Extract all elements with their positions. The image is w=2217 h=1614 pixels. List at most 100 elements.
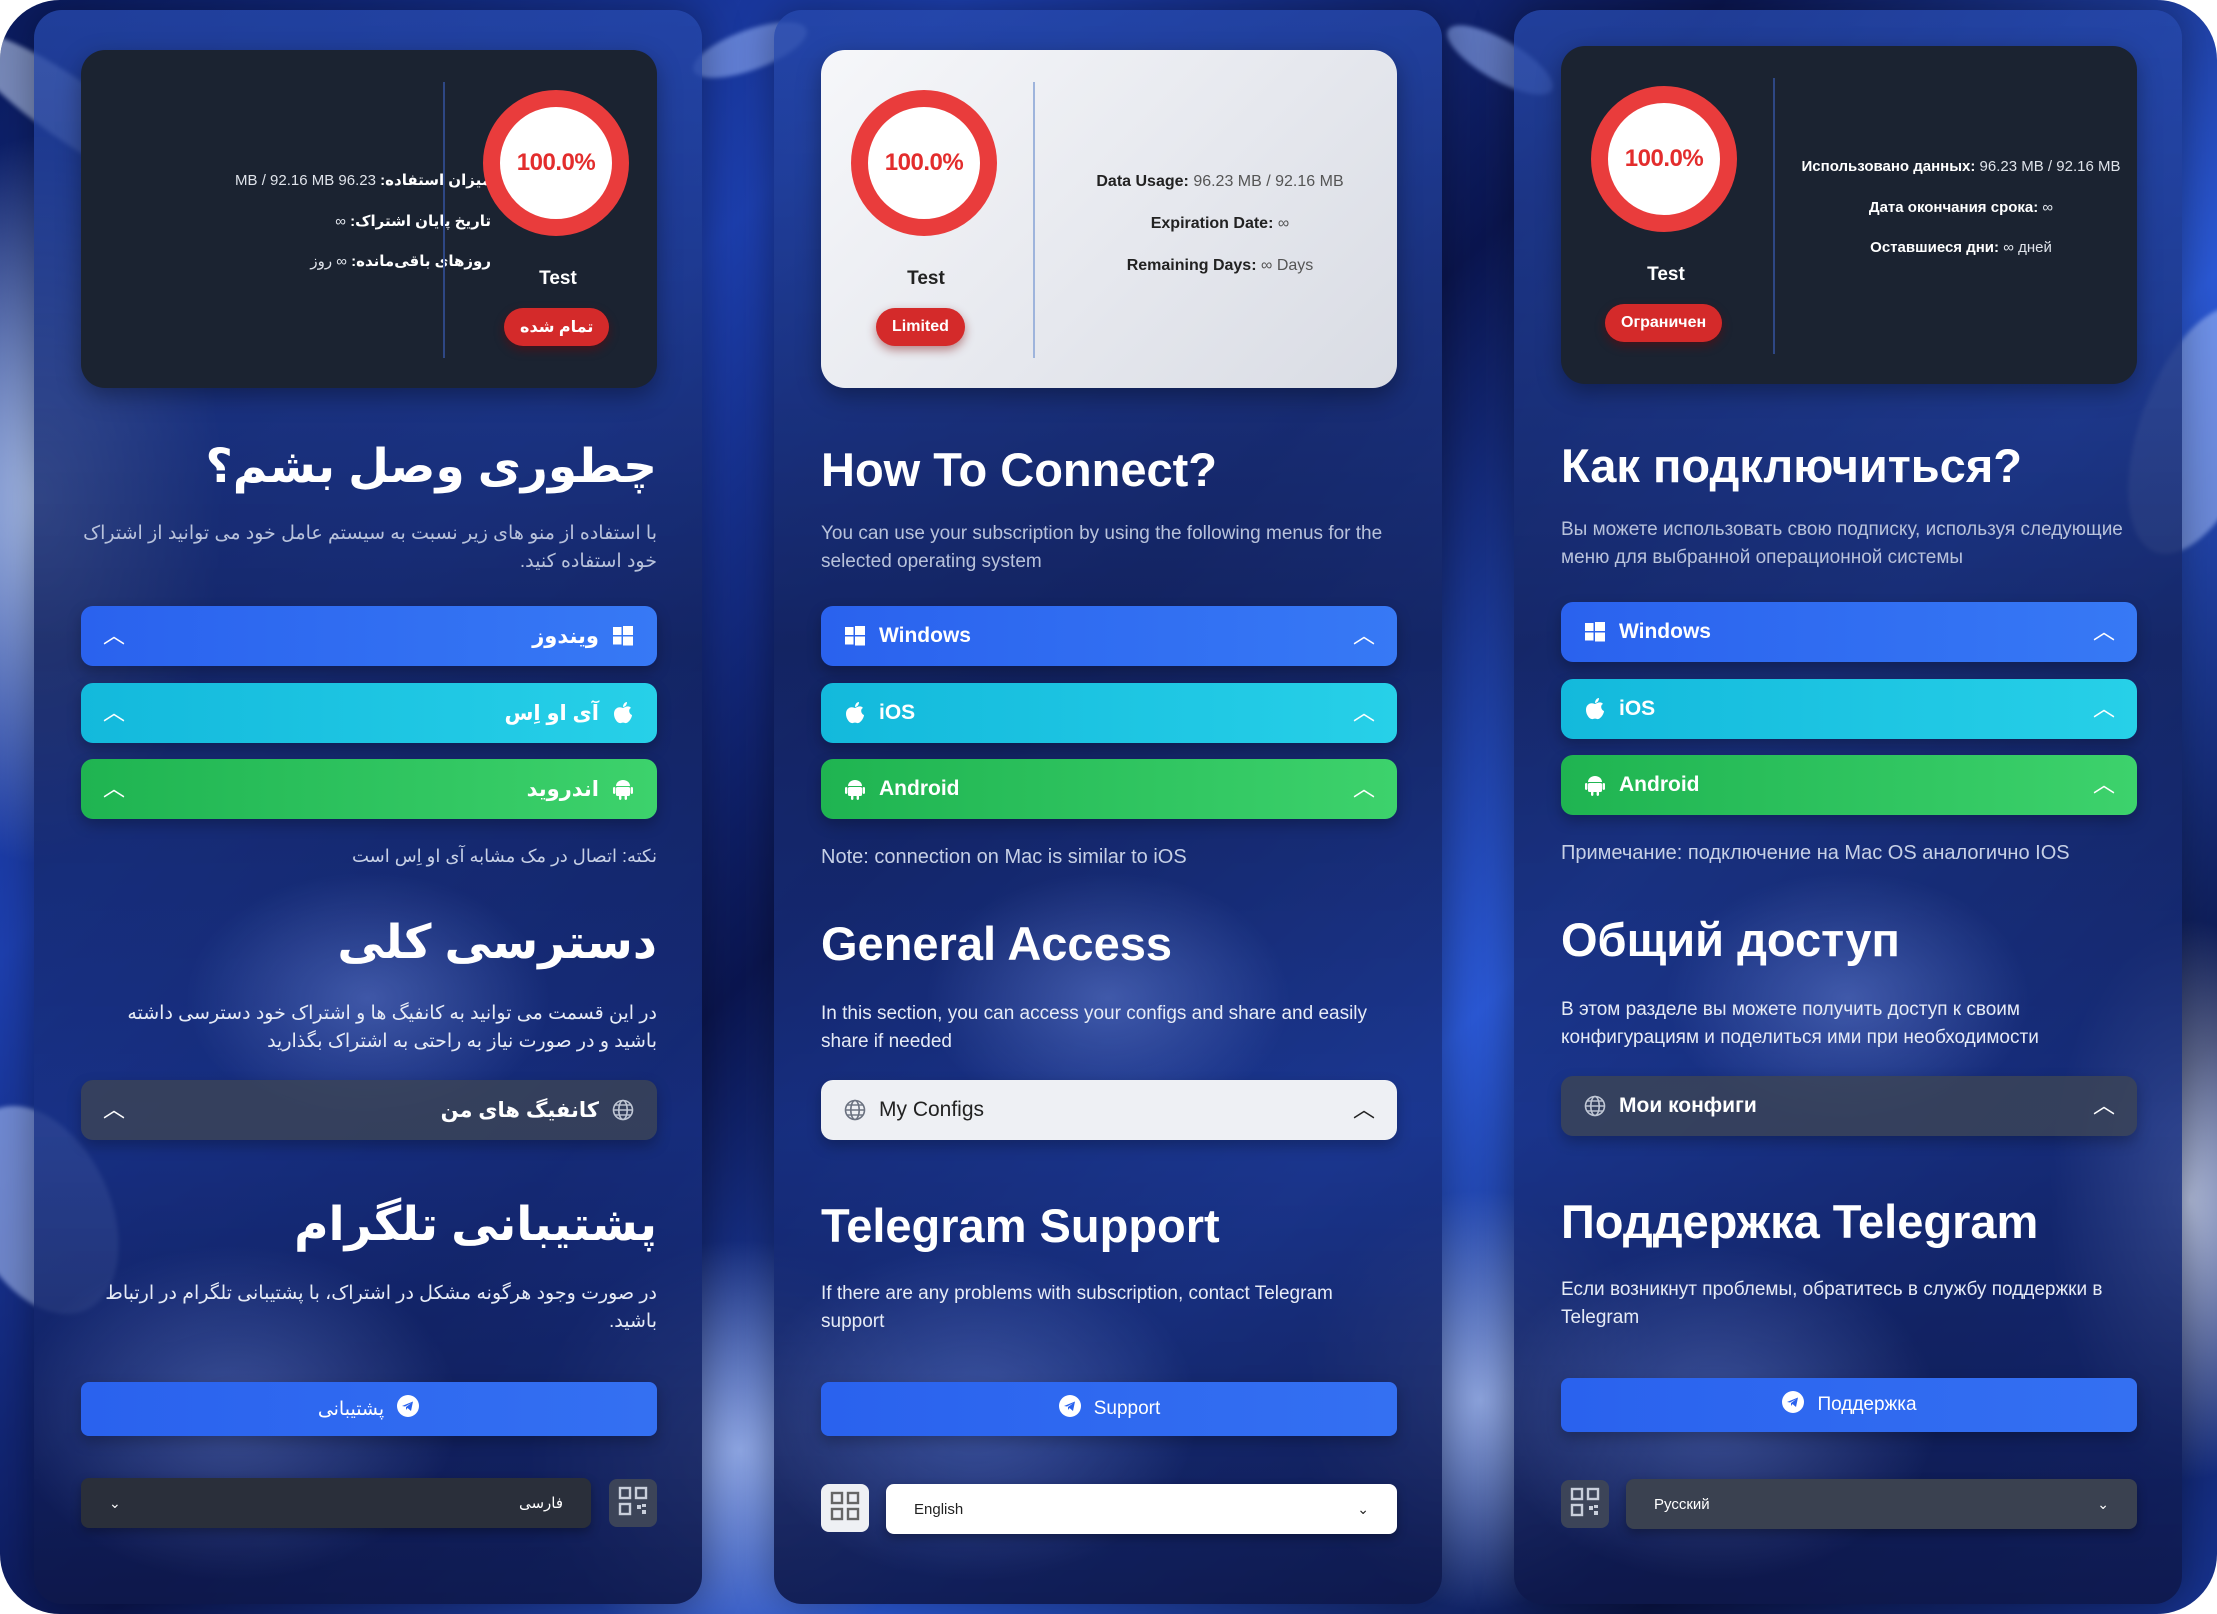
ios-accordion[interactable]: iOS ︿ [821, 683, 1397, 743]
chevron-up-icon: ︿ [2092, 1093, 2115, 1118]
usage-percent: 100.0% [516, 149, 596, 176]
access-title: General Access [821, 917, 1172, 970]
support-title: Telegram Support [821, 1199, 1220, 1252]
connect-description: Вы можете использовать свою подписку, ис… [1561, 519, 2123, 568]
username: Test [1647, 264, 1685, 285]
remaining-label: Оставшиеся дни: [1870, 239, 2000, 256]
mac-note: Note: connection on Mac is similar to iO… [821, 846, 1187, 868]
my-configs-accordion[interactable]: My Configs ︿ [821, 1080, 1397, 1140]
ios-label: iOS [1619, 697, 1656, 720]
usage-label: میزان استفاده: [380, 172, 491, 189]
connect-title: چطوری وصل بشم؟ [205, 439, 657, 492]
subscription-card: میزان استفاده: 96.23 MB / 92.16 MB تاریخ… [81, 50, 657, 388]
status-badge: تمام شده [504, 308, 610, 346]
qr-code-icon [1570, 1487, 1600, 1522]
background-wallpaper: میزان استفاده: 96.23 MB / 92.16 MB تاریخ… [0, 0, 2217, 1614]
my-configs-label: کانفیگ های من [440, 1098, 599, 1122]
android-label: اندروید [526, 777, 599, 801]
windows-label: Windows [1619, 620, 1711, 643]
support-button-label: Поддержка [1817, 1394, 1917, 1415]
android-icon [1583, 773, 1607, 797]
qr-code-button[interactable] [1561, 1480, 1609, 1528]
windows-label: Windows [879, 624, 971, 647]
card-divider [1033, 82, 1035, 358]
language-select[interactable]: Русский ⌄ [1626, 1479, 2137, 1529]
access-description: در این قسمت می توانید به کانفیگ ها و اشت… [127, 1003, 657, 1052]
android-icon [843, 777, 867, 801]
support-title: پشتیبانی تلگرام [294, 1197, 657, 1250]
connect-description: با استفاده از منو های زیر نسبت به سیستم … [83, 523, 657, 572]
ios-accordion[interactable]: آی او اِس ︿ [81, 683, 657, 743]
access-title: Общий доступ [1561, 913, 1900, 966]
access-title: دسترسی کلی [337, 915, 657, 968]
windows-accordion[interactable]: Windows ︿ [821, 606, 1397, 666]
expiry-value: ∞ [335, 212, 346, 230]
my-configs-accordion[interactable]: Мои конфиги ︿ [1561, 1076, 2137, 1136]
support-description: If there are any problems with subscript… [821, 1283, 1333, 1332]
usage-label: Data Usage: [1096, 173, 1189, 190]
windows-accordion[interactable]: ویندوز ︿ [81, 606, 657, 666]
my-configs-accordion[interactable]: کانفیگ های من ︿ [81, 1080, 657, 1140]
support-button-label: پشتیبانی [317, 1398, 385, 1420]
chevron-down-icon: ⌄ [1357, 1500, 1369, 1517]
chevron-up-icon: ︿ [2092, 696, 2115, 721]
remaining-value: ∞ Days [1260, 257, 1314, 274]
android-icon [611, 777, 635, 801]
language-select[interactable]: English ⌄ [886, 1484, 1397, 1534]
language-select[interactable]: فارسی ⌄ [81, 1478, 591, 1528]
expiry-label: Expiration Date: [1150, 215, 1274, 232]
language-value: Русский [1654, 1495, 1710, 1513]
expiry-row: Дата окончания срока: ∞ [1801, 197, 2121, 220]
remaining-row: Оставшиеся дни: ∞ дней [1801, 237, 2121, 260]
windows-icon [611, 624, 635, 648]
remaining-row: روزهای باقی‌مانده: ∞ روز [111, 251, 491, 274]
mac-note: نکته: اتصال در مک مشابه آی او اِس است [351, 846, 657, 866]
remaining-value: ∞ дней [2003, 239, 2052, 256]
ios-label: آی او اِس [504, 701, 599, 725]
globe-icon [843, 1098, 867, 1122]
globe-icon [1583, 1094, 1607, 1118]
android-accordion[interactable]: Android ︿ [821, 759, 1397, 819]
chevron-up-icon: ︿ [2092, 772, 2115, 797]
ios-accordion[interactable]: iOS ︿ [1561, 679, 2137, 739]
my-configs-label: Мои конфиги [1619, 1094, 1757, 1117]
card-divider [443, 82, 445, 358]
expiry-row: Expiration Date: ∞ [1055, 212, 1385, 236]
subscription-info: Использовано данных: 96.23 MB / 92.16 MB… [1801, 156, 2121, 278]
access-description: In this section, you can access your con… [821, 1003, 1368, 1052]
chevron-down-icon: ⌄ [2097, 1495, 2109, 1512]
expiry-label: تاریخ پایان اشتراک: [350, 212, 491, 230]
windows-icon [843, 624, 867, 648]
android-accordion[interactable]: Android ︿ [1561, 755, 2137, 815]
qr-code-button[interactable] [609, 1479, 657, 1527]
support-button[interactable]: Support [821, 1382, 1397, 1436]
subscription-info: میزان استفاده: 96.23 MB / 92.16 MB تاریخ… [111, 170, 491, 292]
username: Test [907, 268, 945, 289]
usage-percent: 100.0% [1624, 145, 1704, 172]
windows-accordion[interactable]: Windows ︿ [1561, 602, 2137, 662]
chevron-up-icon: ︿ [1352, 1097, 1375, 1122]
usage-row: Data Usage: 96.23 MB / 92.16 MB [1055, 170, 1385, 194]
remaining-value: ∞ روز [310, 253, 347, 270]
subscription-panel-farsi: میزان استفاده: 96.23 MB / 92.16 MB تاریخ… [34, 10, 702, 1604]
subscription-info: Data Usage: 96.23 MB / 92.16 MB Expirati… [1055, 170, 1385, 296]
support-button[interactable]: پشتیبانی [81, 1382, 657, 1436]
telegram-icon [396, 1394, 420, 1424]
usage-progress-ring: 100.0% [483, 90, 633, 240]
support-description: در صورت وجود هرگونه مشکل در اشتراک، با پ… [105, 1283, 657, 1332]
usage-row: میزان استفاده: 96.23 MB / 92.16 MB [111, 170, 491, 193]
card-divider [1773, 78, 1775, 354]
chevron-up-icon: ︿ [1352, 700, 1375, 725]
globe-icon [611, 1098, 635, 1122]
expiry-row: تاریخ پایان اشتراک: ∞ [111, 211, 491, 234]
subscription-card: 100.0% Test Limited Data Usage: 96.23 MB… [821, 50, 1397, 388]
chevron-down-icon: ⌄ [109, 1494, 121, 1511]
android-accordion[interactable]: اندروید ︿ [81, 759, 657, 819]
qr-code-button[interactable] [821, 1484, 869, 1532]
support-button-label: Support [1093, 1398, 1161, 1419]
connect-title: How To Connect? [821, 443, 1217, 496]
usage-progress-ring: 100.0% [851, 90, 1001, 240]
usage-row: Использовано данных: 96.23 MB / 92.16 MB [1801, 156, 2121, 179]
support-button[interactable]: Поддержка [1561, 1378, 2137, 1432]
status-badge: Limited [876, 308, 965, 346]
